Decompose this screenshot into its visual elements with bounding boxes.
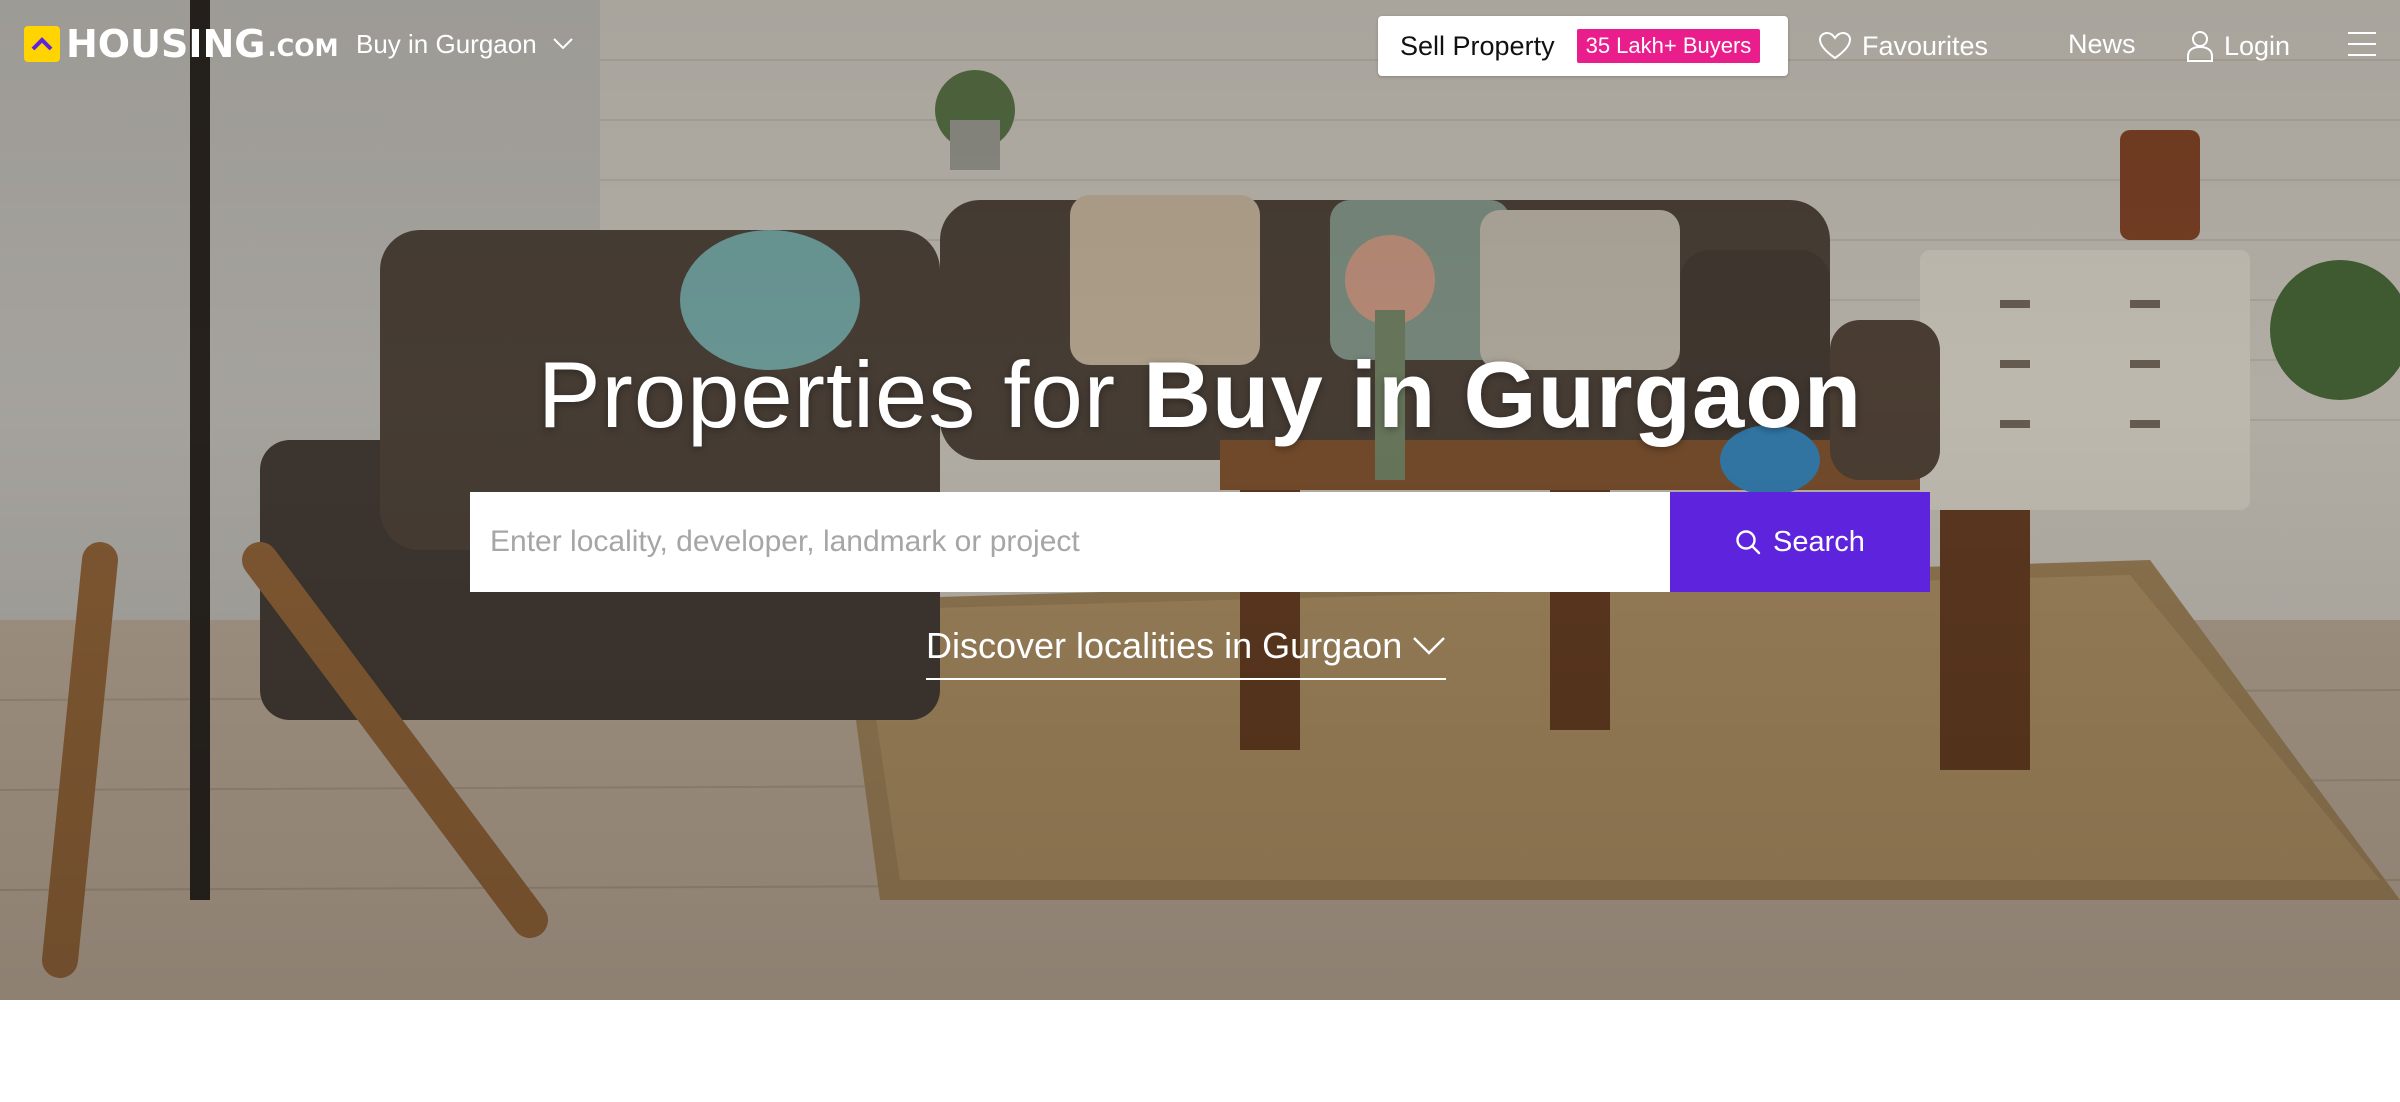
favourites-link[interactable]: Favourites [1818, 24, 1988, 68]
page-content-area [0, 1000, 2400, 1102]
search-bar: Search [470, 492, 1930, 592]
news-label: News [2068, 28, 2136, 59]
heart-icon [1818, 31, 1852, 61]
discover-localities-link[interactable]: Discover localities in Gurgaon [926, 620, 1447, 680]
housing-logo-icon [24, 26, 60, 62]
buyers-badge: 35 Lakh+ Buyers [1576, 29, 1761, 63]
page-title-lead: Properties for [537, 342, 1144, 447]
login-label: Login [2224, 30, 2291, 61]
sell-property-label: Sell Property [1400, 30, 1555, 61]
page-title-location: Buy in Gurgaon [1143, 342, 1863, 447]
menu-bar [2348, 43, 2376, 45]
search-button[interactable]: Search [1670, 492, 1930, 592]
housing-logo[interactable]: HOUSING .COM [24, 22, 338, 66]
search-input[interactable] [470, 492, 1670, 592]
news-link[interactable]: News [2068, 24, 2136, 64]
login-link[interactable]: Login [2186, 24, 2290, 68]
menu-bar [2348, 54, 2376, 56]
city-dropdown[interactable]: Buy in Gurgaon [356, 24, 573, 64]
sell-property-button[interactable]: Sell Property 35 Lakh+ Buyers [1378, 16, 1788, 76]
menu-bar [2348, 32, 2376, 34]
logo-suffix: .COM [267, 34, 339, 62]
chevron-down-icon [1412, 636, 1446, 656]
hamburger-menu-icon[interactable] [2348, 30, 2376, 58]
page-title: Properties for Buy in Gurgaon [0, 340, 2400, 450]
favourites-label: Favourites [1862, 30, 1989, 61]
user-icon [2186, 30, 2214, 62]
discover-localities-label: Discover localities in Gurgaon [926, 625, 1403, 666]
chevron-down-icon [552, 38, 573, 50]
search-button-label: Search [1773, 525, 1865, 558]
search-icon [1735, 529, 1761, 555]
logo-text: HOUSING [66, 22, 266, 66]
city-dropdown-label: Buy in Gurgaon [356, 28, 537, 59]
